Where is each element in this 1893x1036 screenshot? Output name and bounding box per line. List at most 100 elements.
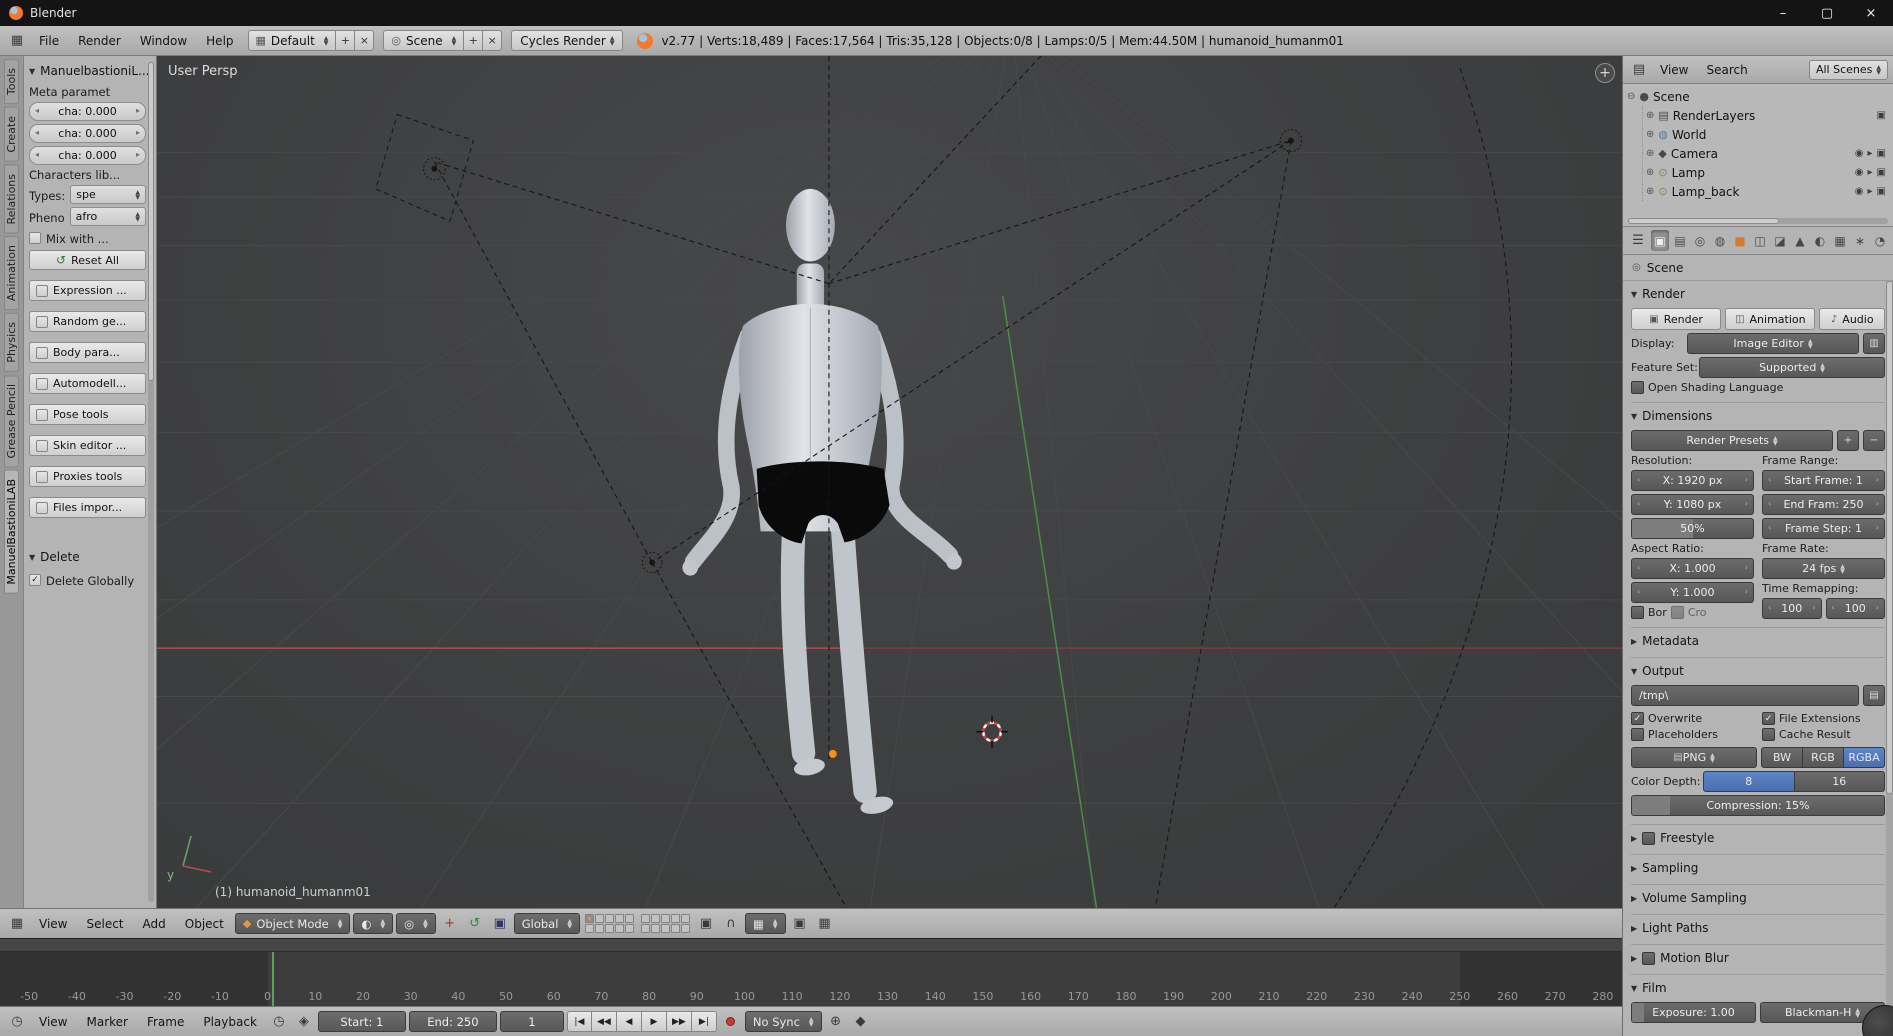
depth-8[interactable]: 8: [1703, 771, 1795, 792]
character-param-slider[interactable]: ◂ cha: 0.000 ▸: [29, 124, 146, 143]
crop-checkbox[interactable]: [1670, 606, 1684, 619]
layer-toggle[interactable]: [585, 924, 595, 933]
decrement-arrow-icon[interactable]: ◂: [35, 150, 39, 159]
expand-icon[interactable]: ⊕: [1646, 110, 1654, 121]
end-frame-field[interactable]: ‹ End Fram: 250 ›: [1762, 494, 1885, 515]
color-mode-bw[interactable]: BW: [1761, 747, 1803, 768]
character-param-slider[interactable]: ◂ cha: 0.000 ▸: [29, 102, 146, 121]
proxies-tools-button[interactable]: Proxies tools: [29, 466, 146, 487]
aspect-x-field[interactable]: ‹ X: 1.000 ›: [1631, 558, 1754, 579]
freestyle-panel-header[interactable]: ▶ Freestyle: [1631, 827, 1885, 849]
resolution-y-field[interactable]: ‹ Y: 1080 px ›: [1631, 494, 1754, 515]
select-toggle-icon[interactable]: ▸: [1868, 186, 1873, 197]
metadata-panel-header[interactable]: ▶ Metadata: [1631, 630, 1885, 652]
color-mode-rgb[interactable]: RGB: [1803, 747, 1844, 768]
outliner-item-lamp[interactable]: ⊕ ⊙ Lamp ◉ ▸ ▣: [1646, 163, 1889, 182]
sync-dropdown[interactable]: No Sync ▲ ▼: [744, 1011, 822, 1032]
tab-manuelbastionilab[interactable]: ManuelBastioniLAB: [4, 470, 19, 595]
light-paths-panel-header[interactable]: ▶ Light Paths: [1631, 917, 1885, 939]
increment-arrow-icon[interactable]: ▸: [136, 150, 140, 159]
snap-element-dropdown[interactable]: ▦ ▲ ▼: [745, 913, 786, 934]
frame-rate-dropdown[interactable]: 24 fps ▲ ▼: [1762, 558, 1885, 579]
expand-icon[interactable]: ⊕: [1646, 148, 1654, 159]
expand-icon[interactable]: ⊕: [1646, 186, 1654, 197]
render-toggle-icon[interactable]: ▣: [1877, 110, 1886, 121]
add-layout-button[interactable]: +: [336, 30, 356, 51]
humanoid-model[interactable]: [682, 188, 962, 817]
increment-arrow-icon[interactable]: ›: [1876, 475, 1879, 484]
layer-toggle[interactable]: [605, 924, 615, 933]
file-format-dropdown[interactable]: ▤ PNG ▲ ▼: [1631, 747, 1757, 768]
layer-toggle[interactable]: [585, 914, 595, 923]
tab-world-icon[interactable]: ◍: [1711, 230, 1729, 251]
menu-render[interactable]: Render: [70, 34, 129, 48]
border-checkbox[interactable]: [1631, 606, 1644, 619]
preview-range-icon[interactable]: ◷: [268, 1011, 290, 1033]
viewport-menu-add[interactable]: Add: [135, 917, 174, 931]
add-preset-button[interactable]: +: [1837, 430, 1859, 451]
render-opengl-icon[interactable]: ▣: [789, 913, 811, 935]
select-toggle-icon[interactable]: ▸: [1868, 148, 1873, 159]
menu-help[interactable]: Help: [198, 34, 241, 48]
layer-toggle[interactable]: [605, 914, 615, 923]
current-frame-field[interactable]: 1: [499, 1011, 564, 1032]
layer-toggle[interactable]: [661, 914, 671, 923]
layer-toggle[interactable]: [681, 924, 691, 933]
render-opengl-anim-icon[interactable]: ▦: [814, 913, 836, 935]
decrement-arrow-icon[interactable]: ‹: [1768, 499, 1771, 508]
remove-scene-button[interactable]: ×: [483, 30, 503, 51]
timeline-menu-marker[interactable]: Marker: [78, 1015, 135, 1029]
render-toggle-icon[interactable]: ▣: [1877, 186, 1886, 197]
increment-arrow-icon[interactable]: ›: [1745, 563, 1748, 572]
viewport-menu-select[interactable]: Select: [78, 917, 131, 931]
timeline-menu-frame[interactable]: Frame: [139, 1015, 192, 1029]
section-checkbox[interactable]: [36, 346, 48, 359]
outliner-menu-search[interactable]: Search: [1698, 63, 1755, 77]
keying-set-icon[interactable]: ◆: [850, 1011, 872, 1033]
layer-toggle[interactable]: [651, 924, 661, 933]
manipulator-scale-icon[interactable]: ▣: [489, 913, 511, 935]
section-checkbox[interactable]: [36, 315, 48, 328]
random-generator-button[interactable]: Random ge...: [29, 311, 146, 332]
pivot-dropdown[interactable]: ◎ ▲ ▼: [396, 913, 436, 934]
eye-toggle-icon[interactable]: ◉: [1855, 148, 1864, 159]
frame-step-field[interactable]: ‹ Frame Step: 1 ›: [1762, 518, 1885, 539]
delete-globally-checkbox[interactable]: [29, 574, 41, 586]
section-checkbox[interactable]: [36, 501, 48, 514]
increment-arrow-icon[interactable]: ›: [1812, 603, 1815, 612]
increment-arrow-icon[interactable]: ›: [1745, 587, 1748, 596]
tab-particles-icon[interactable]: ∗: [1851, 230, 1869, 251]
outliner-item-lamp-back[interactable]: ⊕ ⊙ Lamp_back ◉ ▸ ▣: [1646, 182, 1889, 201]
expand-icon[interactable]: ⊕: [1646, 167, 1654, 178]
close-button[interactable]: ×: [1849, 0, 1893, 26]
display-dropdown[interactable]: Image Editor ▲ ▼: [1687, 333, 1859, 354]
maximize-button[interactable]: ▢: [1805, 0, 1849, 26]
decrement-arrow-icon[interactable]: ‹: [1637, 563, 1640, 572]
remap-old-field[interactable]: ‹ 100 ›: [1762, 598, 1822, 619]
layer-toggle[interactable]: [641, 924, 651, 933]
layer-toggle[interactable]: [681, 914, 691, 923]
decrement-arrow-icon[interactable]: ‹: [1768, 523, 1771, 532]
output-path-field[interactable]: /tmp\: [1631, 685, 1859, 706]
viewport-menu-view[interactable]: View: [31, 917, 75, 931]
tab-physics[interactable]: Physics: [4, 313, 19, 372]
section-checkbox[interactable]: [36, 284, 48, 297]
tab-animation[interactable]: Animation: [4, 236, 19, 311]
add-scene-button[interactable]: +: [464, 30, 484, 51]
resolution-x-field[interactable]: ‹ X: 1920 px ›: [1631, 470, 1754, 491]
aspect-y-field[interactable]: ‹ Y: 1.000 ›: [1631, 582, 1754, 603]
properties-scrollbar[interactable]: [1886, 281, 1893, 1036]
motion-blur-panel-header[interactable]: ▶ Motion Blur: [1631, 947, 1885, 969]
outliner-item-world[interactable]: ⊕ ◍ World: [1646, 125, 1889, 144]
current-frame-indicator[interactable]: [272, 952, 275, 1006]
freestyle-checkbox[interactable]: [1642, 831, 1656, 845]
scene-dropdown[interactable]: ◎ Scene ▲ ▼: [383, 30, 465, 51]
screen-layout-dropdown[interactable]: ▦ Default ▲ ▼: [247, 30, 337, 51]
outliner-item-label[interactable]: Lamp: [1672, 166, 1705, 180]
minimize-button[interactable]: –: [1761, 0, 1805, 26]
tab-relations[interactable]: Relations: [4, 164, 19, 234]
breadcrumb-label[interactable]: Scene: [1647, 261, 1684, 275]
layer-toggle[interactable]: [671, 914, 681, 923]
snap-magnet-icon[interactable]: ∩: [720, 913, 742, 935]
film-panel-header[interactable]: ▼ Film: [1631, 977, 1885, 999]
